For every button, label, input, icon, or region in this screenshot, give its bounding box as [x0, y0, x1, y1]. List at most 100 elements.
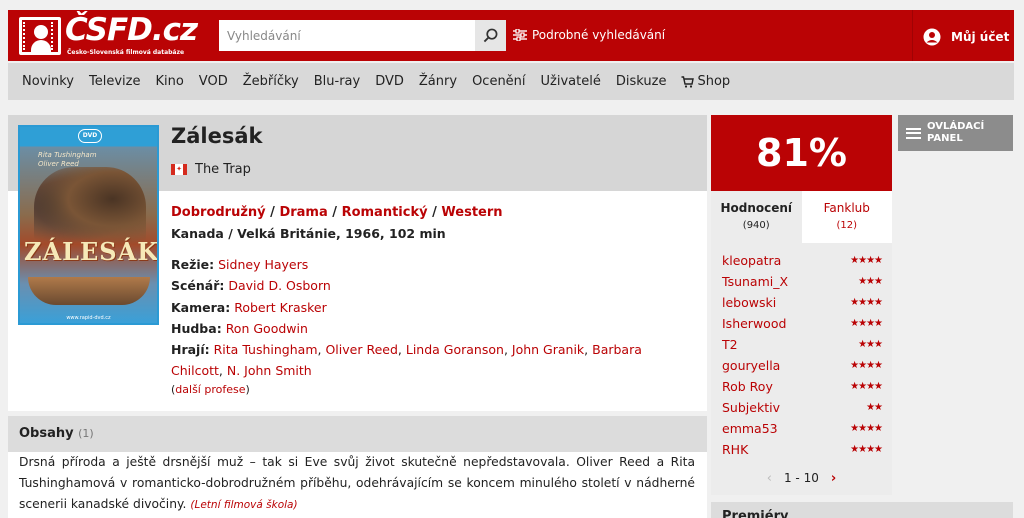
- nav-item-televize[interactable]: Televize: [89, 74, 140, 89]
- more-professions: (další profese): [171, 383, 250, 396]
- nav-item-dvd[interactable]: DVD: [375, 74, 404, 89]
- user-link[interactable]: lebowski: [722, 295, 776, 310]
- film-strip-icon: [19, 17, 61, 55]
- nav-item-bluray[interactable]: Blu-ray: [314, 74, 360, 89]
- film-poster[interactable]: DVD Rita Tushingham Oliver Reed ZÁLESÁK …: [18, 125, 159, 325]
- synopsis-source-link[interactable]: (Letní filmová škola): [190, 499, 297, 511]
- nav-item-kino[interactable]: Kino: [155, 74, 183, 89]
- search-button[interactable]: [475, 20, 506, 51]
- list-item: Tsunami_X ★★★: [711, 271, 892, 292]
- advanced-search-link[interactable]: Podrobné vyhledávání: [513, 28, 665, 42]
- user-link[interactable]: gouryella: [722, 358, 780, 373]
- synopsis-header: [8, 416, 707, 452]
- star-rating: ★★★★: [850, 255, 883, 266]
- genre-link[interactable]: Western: [441, 205, 502, 220]
- synopsis-body: Drsná příroda a ještě drsnější muž – tak…: [19, 455, 695, 511]
- poster-faces-art: [34, 167, 146, 247]
- nav-item-vod[interactable]: VOD: [199, 74, 228, 89]
- actor-link[interactable]: Oliver Reed: [325, 342, 397, 357]
- star-rating: ★★★★: [850, 297, 883, 308]
- tab-count: (940): [742, 220, 770, 231]
- director-link[interactable]: Sidney Hayers: [218, 257, 308, 272]
- list-item: Rob Roy ★★★★: [711, 376, 892, 397]
- chevron-left-icon[interactable]: ‹: [767, 471, 772, 486]
- pager-range: 1 - 10: [783, 471, 819, 485]
- logo-text: ČSFD.cz: [65, 12, 198, 48]
- list-item: lebowski ★★★★: [711, 292, 892, 313]
- actor-link[interactable]: N. John Smith: [227, 363, 312, 378]
- actor-link[interactable]: Linda Goranson: [406, 342, 504, 357]
- film-origin: Kanada / Velká Británie, 1966, 102 min: [171, 226, 446, 241]
- top-bar: ČSFD.cz Česko-Slovenská filmová databáze…: [8, 10, 1014, 61]
- composer-link[interactable]: Ron Goodwin: [226, 321, 308, 336]
- star-rating: ★★: [866, 402, 883, 413]
- credit-label: Hrají:: [171, 342, 210, 358]
- credit-label: Scénář:: [171, 278, 225, 294]
- user-icon: [923, 28, 941, 46]
- nav-item-oceneni[interactable]: Ocenění: [472, 74, 525, 89]
- user-link[interactable]: Tsunami_X: [722, 274, 788, 289]
- star-rating: ★★★★: [850, 444, 883, 455]
- user-link[interactable]: Rob Roy: [722, 379, 773, 394]
- tab-label: Fanklub: [823, 201, 870, 215]
- nav-item-uzivatele[interactable]: Uživatelé: [541, 74, 601, 89]
- original-title-text: The Trap: [195, 162, 251, 177]
- user-link[interactable]: Isherwood: [722, 316, 786, 331]
- star-rating: ★★★: [858, 339, 883, 350]
- premiery-section: Premiéry: [711, 502, 1013, 518]
- chevron-right-icon[interactable]: ›: [831, 471, 836, 486]
- list-item: Isherwood ★★★★: [711, 313, 892, 334]
- user-ratings-list: kleopatra ★★★★ Tsunami_X ★★★ lebowski ★★★★ …: [711, 243, 892, 495]
- nav-item-diskuze[interactable]: Diskuze: [616, 74, 667, 89]
- poster-canoe-art: [28, 277, 150, 305]
- user-link[interactable]: Subjektiv: [722, 400, 780, 415]
- credit-label: Režie:: [171, 257, 215, 272]
- list-item: T2 ★★★: [711, 334, 892, 355]
- genre-link[interactable]: Drama: [279, 205, 327, 220]
- genre-link[interactable]: Dobrodružný: [171, 205, 266, 220]
- nav-item-zebricky[interactable]: Žebříčky: [243, 74, 299, 89]
- ratings-pager: ‹ 1 - 10 ›: [711, 466, 892, 490]
- control-panel-button[interactable]: OVLÁDACÍ PANEL: [898, 115, 1013, 151]
- user-link[interactable]: kleopatra: [722, 253, 781, 268]
- rating-tabs: Hodnocení (940) Fanklub (12): [711, 191, 892, 243]
- user-link[interactable]: RHK: [722, 442, 748, 457]
- sliders-icon: [513, 29, 527, 41]
- actor-link[interactable]: Rita Tushingham: [214, 342, 318, 357]
- list-item: emma53 ★★★★: [711, 418, 892, 439]
- nav-item-shop[interactable]: Shop: [681, 74, 730, 89]
- logo-subtitle: Česko-Slovenská filmová databáze: [67, 49, 185, 56]
- tab-label: Hodnocení: [720, 201, 793, 215]
- premiery-title: Premiéry: [722, 509, 789, 518]
- nav-item-zanry[interactable]: Žánry: [419, 74, 457, 89]
- nav-item-shop-label: Shop: [697, 74, 731, 89]
- nav-item-novinky[interactable]: Novinky: [22, 74, 74, 89]
- writer-link[interactable]: David D. Osborn: [228, 278, 330, 293]
- synopsis-text: Drsná příroda a ještě drsnější muž – tak…: [19, 452, 695, 516]
- account-button[interactable]: Můj účet: [923, 28, 1009, 46]
- user-link[interactable]: emma53: [722, 421, 778, 436]
- rating-percentage: 81%: [711, 115, 892, 191]
- poster-dvd-badge: DVD: [78, 129, 102, 143]
- synopsis-title: Obsahy (1): [19, 426, 94, 441]
- advanced-search-label: Podrobné vyhledávání: [532, 28, 666, 42]
- user-link[interactable]: T2: [722, 337, 738, 352]
- csfd-logo[interactable]: ČSFD.cz Česko-Slovenská filmová databáze: [19, 12, 198, 58]
- tab-fanklub[interactable]: Fanklub (12): [801, 191, 892, 243]
- account-label: Můj účet: [951, 30, 1010, 44]
- star-rating: ★★★★: [850, 423, 883, 434]
- tab-count: (12): [836, 220, 858, 231]
- poster-title: ZÁLESÁK: [24, 237, 159, 266]
- synopsis-title-text: Obsahy: [19, 426, 74, 441]
- canada-flag-icon: ✦: [171, 164, 187, 175]
- list-item: kleopatra ★★★★: [711, 250, 892, 271]
- search-input[interactable]: [219, 20, 466, 51]
- camera-link[interactable]: Robert Krasker: [234, 300, 327, 315]
- more-professions-link[interactable]: další profese: [175, 383, 245, 396]
- original-title: ✦ The Trap: [171, 162, 251, 177]
- synopsis-count: (1): [78, 427, 94, 440]
- tab-hodnoceni[interactable]: Hodnocení (940): [711, 191, 802, 243]
- actor-link[interactable]: John Granik: [512, 342, 584, 357]
- list-item: Subjektiv ★★: [711, 397, 892, 418]
- genre-link[interactable]: Romantický: [342, 205, 428, 220]
